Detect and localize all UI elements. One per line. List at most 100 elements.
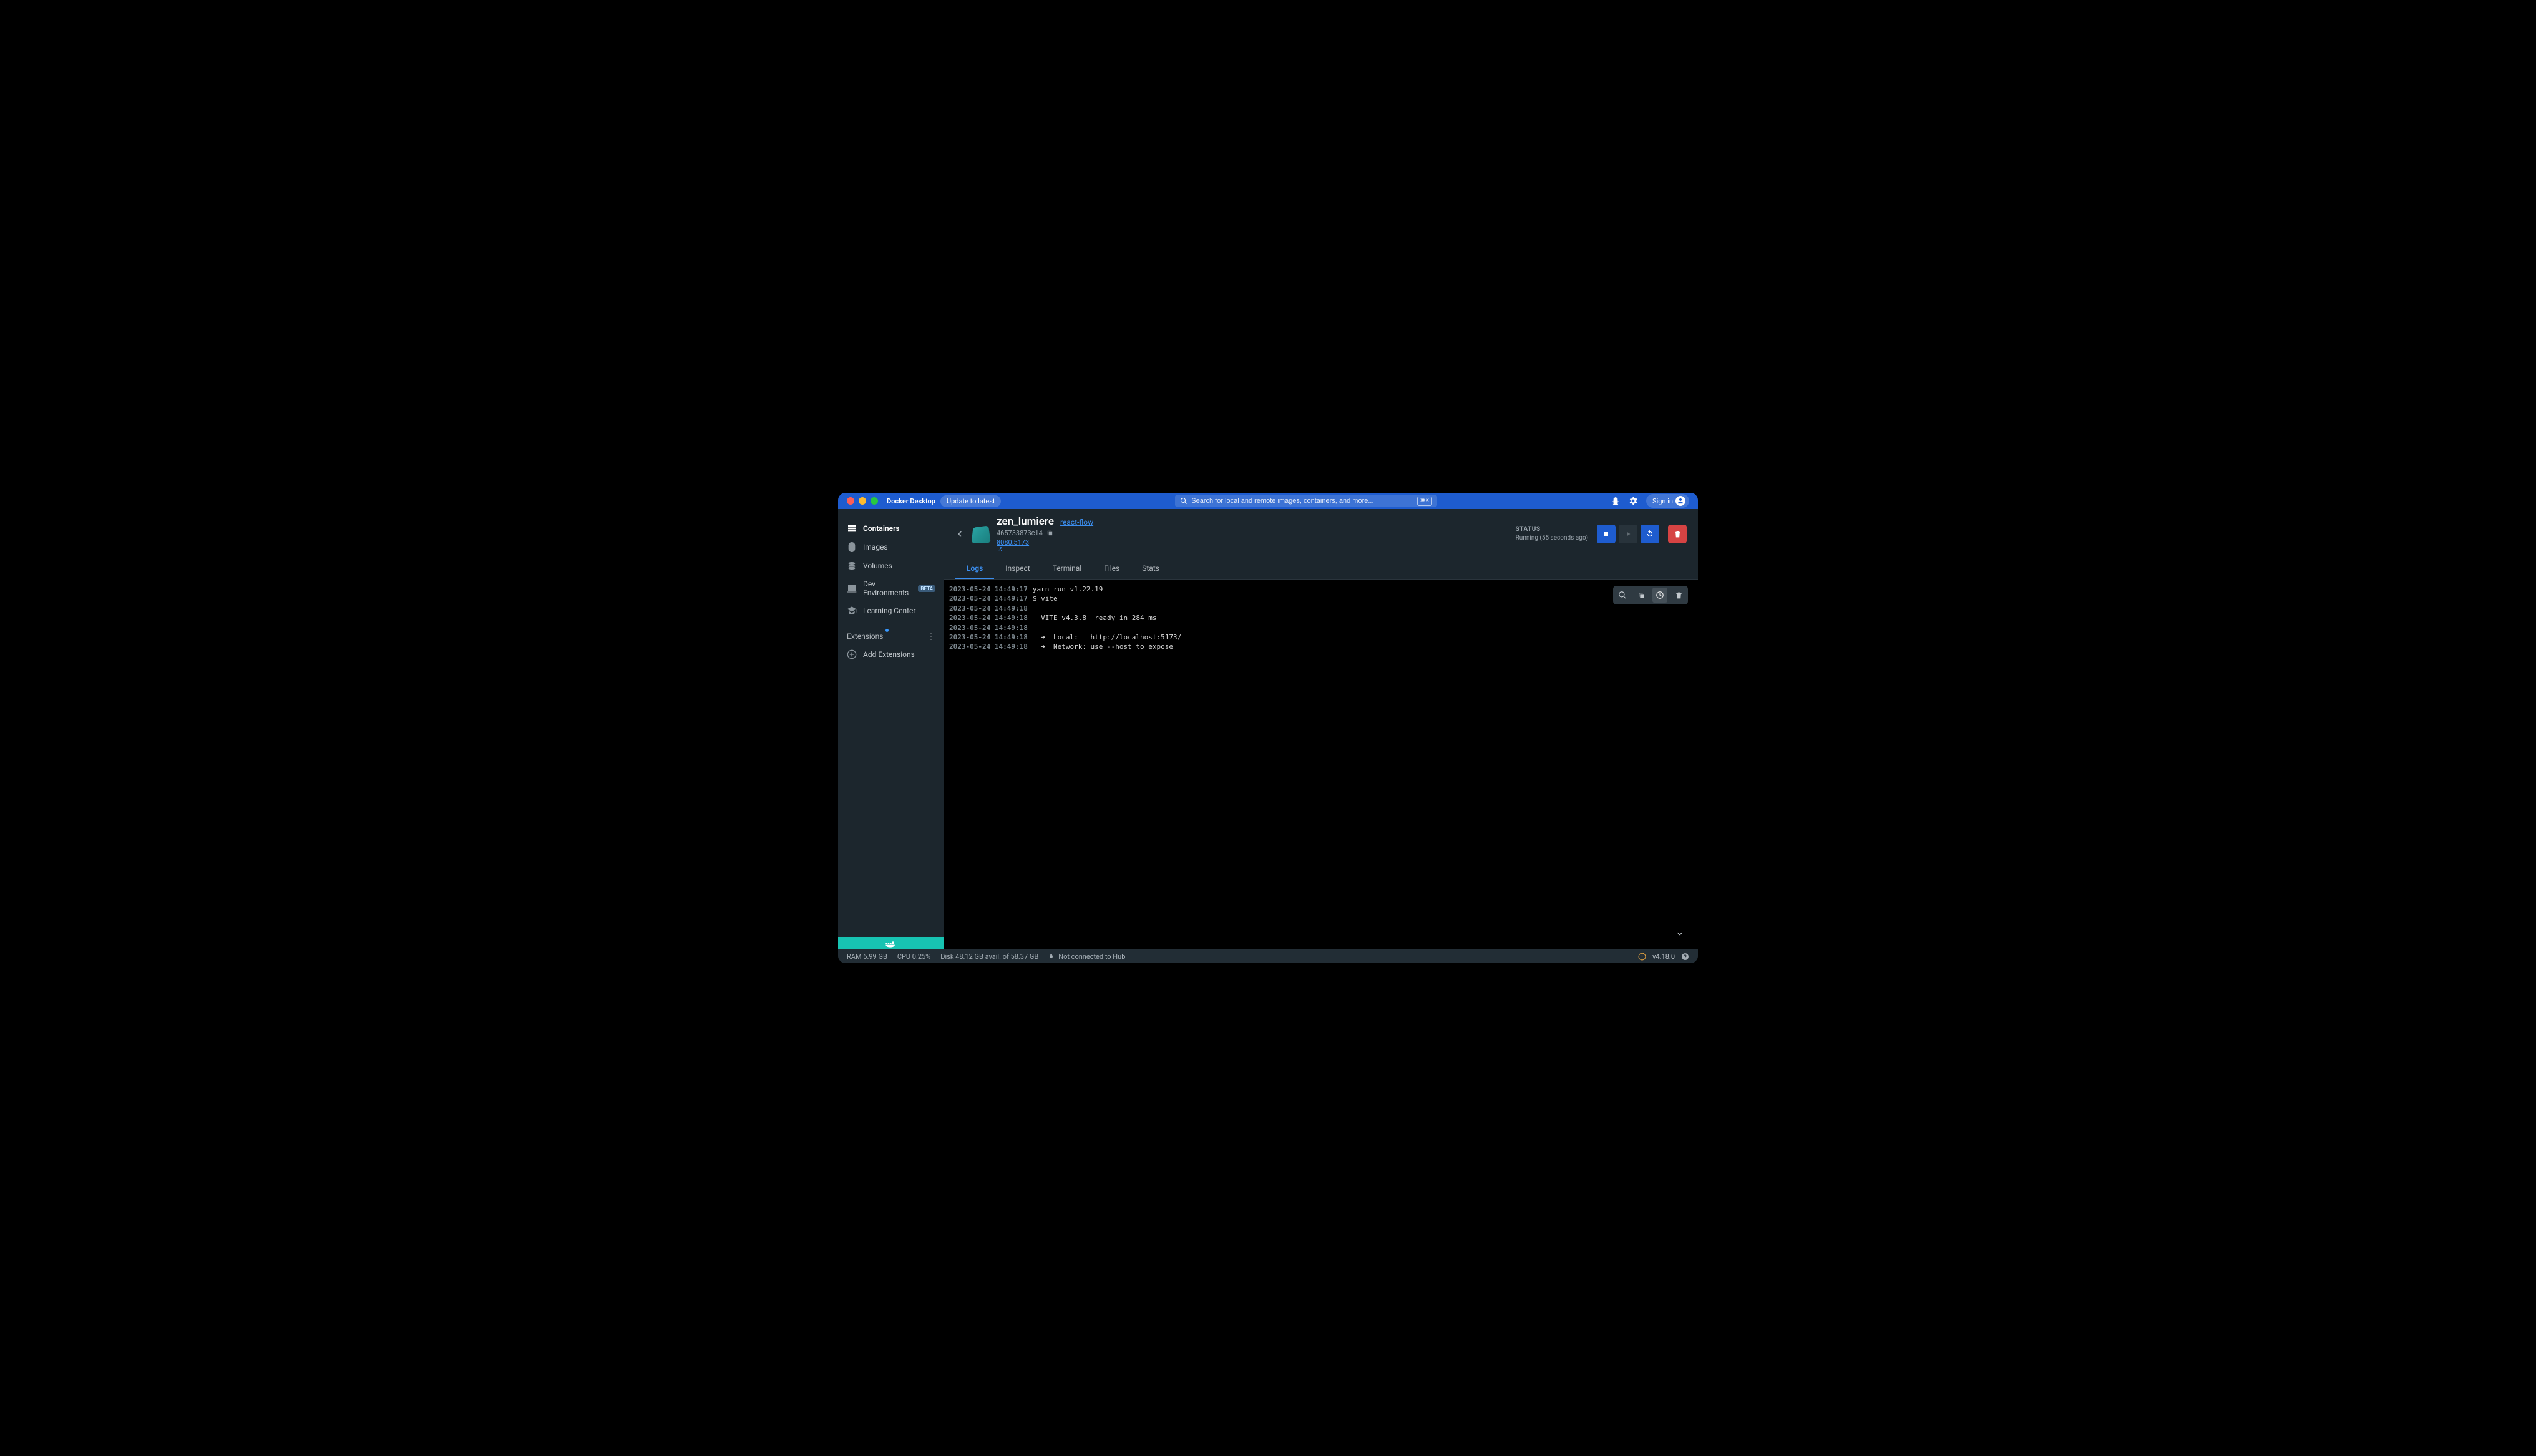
- delete-button[interactable]: [1668, 525, 1687, 543]
- extensions-label: Extensions: [847, 632, 883, 641]
- copy-id-button[interactable]: [1046, 530, 1053, 536]
- log-copy-button[interactable]: [1634, 588, 1649, 603]
- container-name: zen_lumiere: [997, 515, 1054, 528]
- sidebar-item-label: Images: [863, 543, 888, 551]
- tab-inspect[interactable]: Inspect: [994, 559, 1041, 579]
- beta-badge: BETA: [918, 585, 935, 592]
- sidebar-item-label: Learning Center: [863, 606, 915, 615]
- log-timestamp: 2023-05-24 14:49:18: [944, 613, 1028, 623]
- whale-icon: [885, 939, 897, 948]
- scroll-to-bottom-button[interactable]: [1672, 926, 1688, 942]
- feedback-icon[interactable]: [1681, 953, 1689, 961]
- log-line: 2023-05-24 14:49:17$ vite: [944, 594, 1698, 603]
- log-timestamp: 2023-05-24 14:49:17: [944, 585, 1028, 594]
- app-title: Docker Desktop: [887, 497, 935, 505]
- log-message: ➜ Local: http://localhost:5173/: [1028, 633, 1181, 642]
- log-timestamp: 2023-05-24 14:49:18: [944, 642, 1028, 651]
- menu-bar: Docker Desktop Update to latest ⌘K Sign …: [838, 493, 1698, 509]
- log-timestamp: 2023-05-24 14:49:18: [944, 633, 1028, 642]
- cpu-usage: CPU 0.25%: [897, 953, 930, 961]
- log-timestamp-toggle[interactable]: [1652, 588, 1667, 603]
- ram-usage: RAM 6.99 GB: [847, 953, 887, 961]
- log-message: ➜ Network: use --host to expose: [1028, 642, 1173, 651]
- sidebar-item-label: Dev Environments: [863, 580, 912, 597]
- search-icon: [1180, 497, 1188, 505]
- sidebar-item-containers[interactable]: Containers: [838, 519, 944, 538]
- tab-terminal[interactable]: Terminal: [1041, 559, 1093, 579]
- search-input[interactable]: [1191, 497, 1413, 505]
- stop-button[interactable]: [1597, 525, 1616, 543]
- status-bar: RAM 6.99 GB CPU 0.25% Disk 48.12 GB avai…: [838, 949, 1698, 963]
- log-line: 2023-05-24 14:49:17yarn run v1.22.19: [944, 585, 1698, 594]
- sidebar-item-dev-environments[interactable]: Dev Environments BETA: [838, 575, 944, 601]
- log-line: 2023-05-24 14:49:18 ➜ Local: http://loca…: [944, 633, 1698, 642]
- start-button: [1619, 525, 1637, 543]
- log-message: [1028, 604, 1033, 613]
- container-image-link[interactable]: react-flow: [1060, 518, 1093, 527]
- log-line: 2023-05-24 14:49:18: [944, 604, 1698, 613]
- log-search-button[interactable]: [1615, 588, 1630, 603]
- disk-usage: Disk 48.12 GB avail. of 58.37 GB: [940, 953, 1038, 961]
- sidebar: Containers Images Volumes: [838, 509, 944, 949]
- volumes-icon: [847, 561, 857, 571]
- log-clear-button[interactable]: [1671, 588, 1686, 603]
- port-link[interactable]: 8080:5173: [997, 538, 1029, 546]
- dev-environments-icon: [847, 583, 857, 593]
- log-timestamp: 2023-05-24 14:49:18: [944, 623, 1028, 633]
- sidebar-item-label: Containers: [863, 524, 900, 533]
- account-avatar-icon: [1675, 496, 1685, 506]
- sidebar-item-images[interactable]: Images: [838, 538, 944, 556]
- log-line: 2023-05-24 14:49:18 VITE v4.3.8 ready in…: [944, 613, 1698, 623]
- sidebar-item-label: Volumes: [863, 561, 892, 570]
- log-area: 2023-05-24 14:49:17yarn run v1.22.192023…: [944, 580, 1698, 949]
- status-value: Running (55 seconds ago): [1516, 534, 1588, 543]
- hub-status: Not connected to Hub: [1048, 953, 1125, 961]
- extensions-header: Extensions ⋮: [838, 620, 944, 645]
- fullscreen-window-button[interactable]: [871, 497, 878, 505]
- sidebar-bottom-accent: [838, 937, 944, 949]
- settings-gear-icon[interactable]: [1629, 497, 1637, 505]
- back-button[interactable]: [955, 530, 964, 538]
- log-line: 2023-05-24 14:49:18: [944, 623, 1698, 633]
- log-timestamp: 2023-05-24 14:49:18: [944, 604, 1028, 613]
- bug-icon[interactable]: [1611, 497, 1620, 505]
- sidebar-item-label: Add Extensions: [863, 650, 915, 659]
- log-message: yarn run v1.22.19: [1028, 585, 1103, 594]
- extensions-menu-button[interactable]: ⋮: [927, 631, 935, 641]
- restart-button[interactable]: [1641, 525, 1659, 543]
- external-link-icon[interactable]: [997, 546, 1093, 553]
- learning-center-icon: [847, 606, 857, 616]
- plug-icon: [1048, 953, 1055, 960]
- log-timestamp: 2023-05-24 14:49:17: [944, 594, 1028, 603]
- containers-icon: [847, 523, 857, 533]
- log-message: $ vite: [1028, 594, 1058, 603]
- update-button[interactable]: Update to latest: [940, 495, 1002, 507]
- tab-logs[interactable]: Logs: [955, 559, 994, 579]
- log-message: VITE v4.3.8 ready in 284 ms: [1028, 613, 1157, 623]
- sign-in-label: Sign in: [1652, 497, 1673, 505]
- sidebar-item-volumes[interactable]: Volumes: [838, 556, 944, 575]
- tab-stats[interactable]: Stats: [1131, 559, 1171, 579]
- log-toolbar: [1613, 586, 1688, 604]
- log-line: 2023-05-24 14:49:18 ➜ Network: use --hos…: [944, 642, 1698, 651]
- version-label[interactable]: v4.18.0: [1652, 953, 1675, 961]
- warning-icon[interactable]: [1638, 953, 1646, 961]
- extensions-notification-dot: [885, 629, 889, 632]
- sidebar-item-learning-center[interactable]: Learning Center: [838, 601, 944, 620]
- tab-files[interactable]: Files: [1093, 559, 1131, 579]
- main-panel: zen_lumiere react-flow 465733873c14 8080…: [944, 509, 1698, 949]
- sign-in-button[interactable]: Sign in: [1646, 494, 1689, 508]
- close-window-button[interactable]: [847, 497, 854, 505]
- sidebar-item-add-extensions[interactable]: Add Extensions: [838, 645, 944, 664]
- container-id: 465733873c14: [997, 529, 1043, 537]
- container-header: zen_lumiere react-flow 465733873c14 8080…: [944, 509, 1698, 559]
- search-hotkey-badge: ⌘K: [1417, 497, 1433, 506]
- images-icon: [847, 542, 857, 552]
- global-search[interactable]: ⌘K: [1175, 495, 1437, 507]
- status-label: STATUS: [1516, 525, 1588, 534]
- window-controls: [847, 497, 878, 505]
- container-tabs: Logs Inspect Terminal Files Stats: [944, 559, 1698, 580]
- log-lines: 2023-05-24 14:49:17yarn run v1.22.192023…: [944, 580, 1698, 657]
- log-message: [1028, 623, 1033, 633]
- minimize-window-button[interactable]: [859, 497, 866, 505]
